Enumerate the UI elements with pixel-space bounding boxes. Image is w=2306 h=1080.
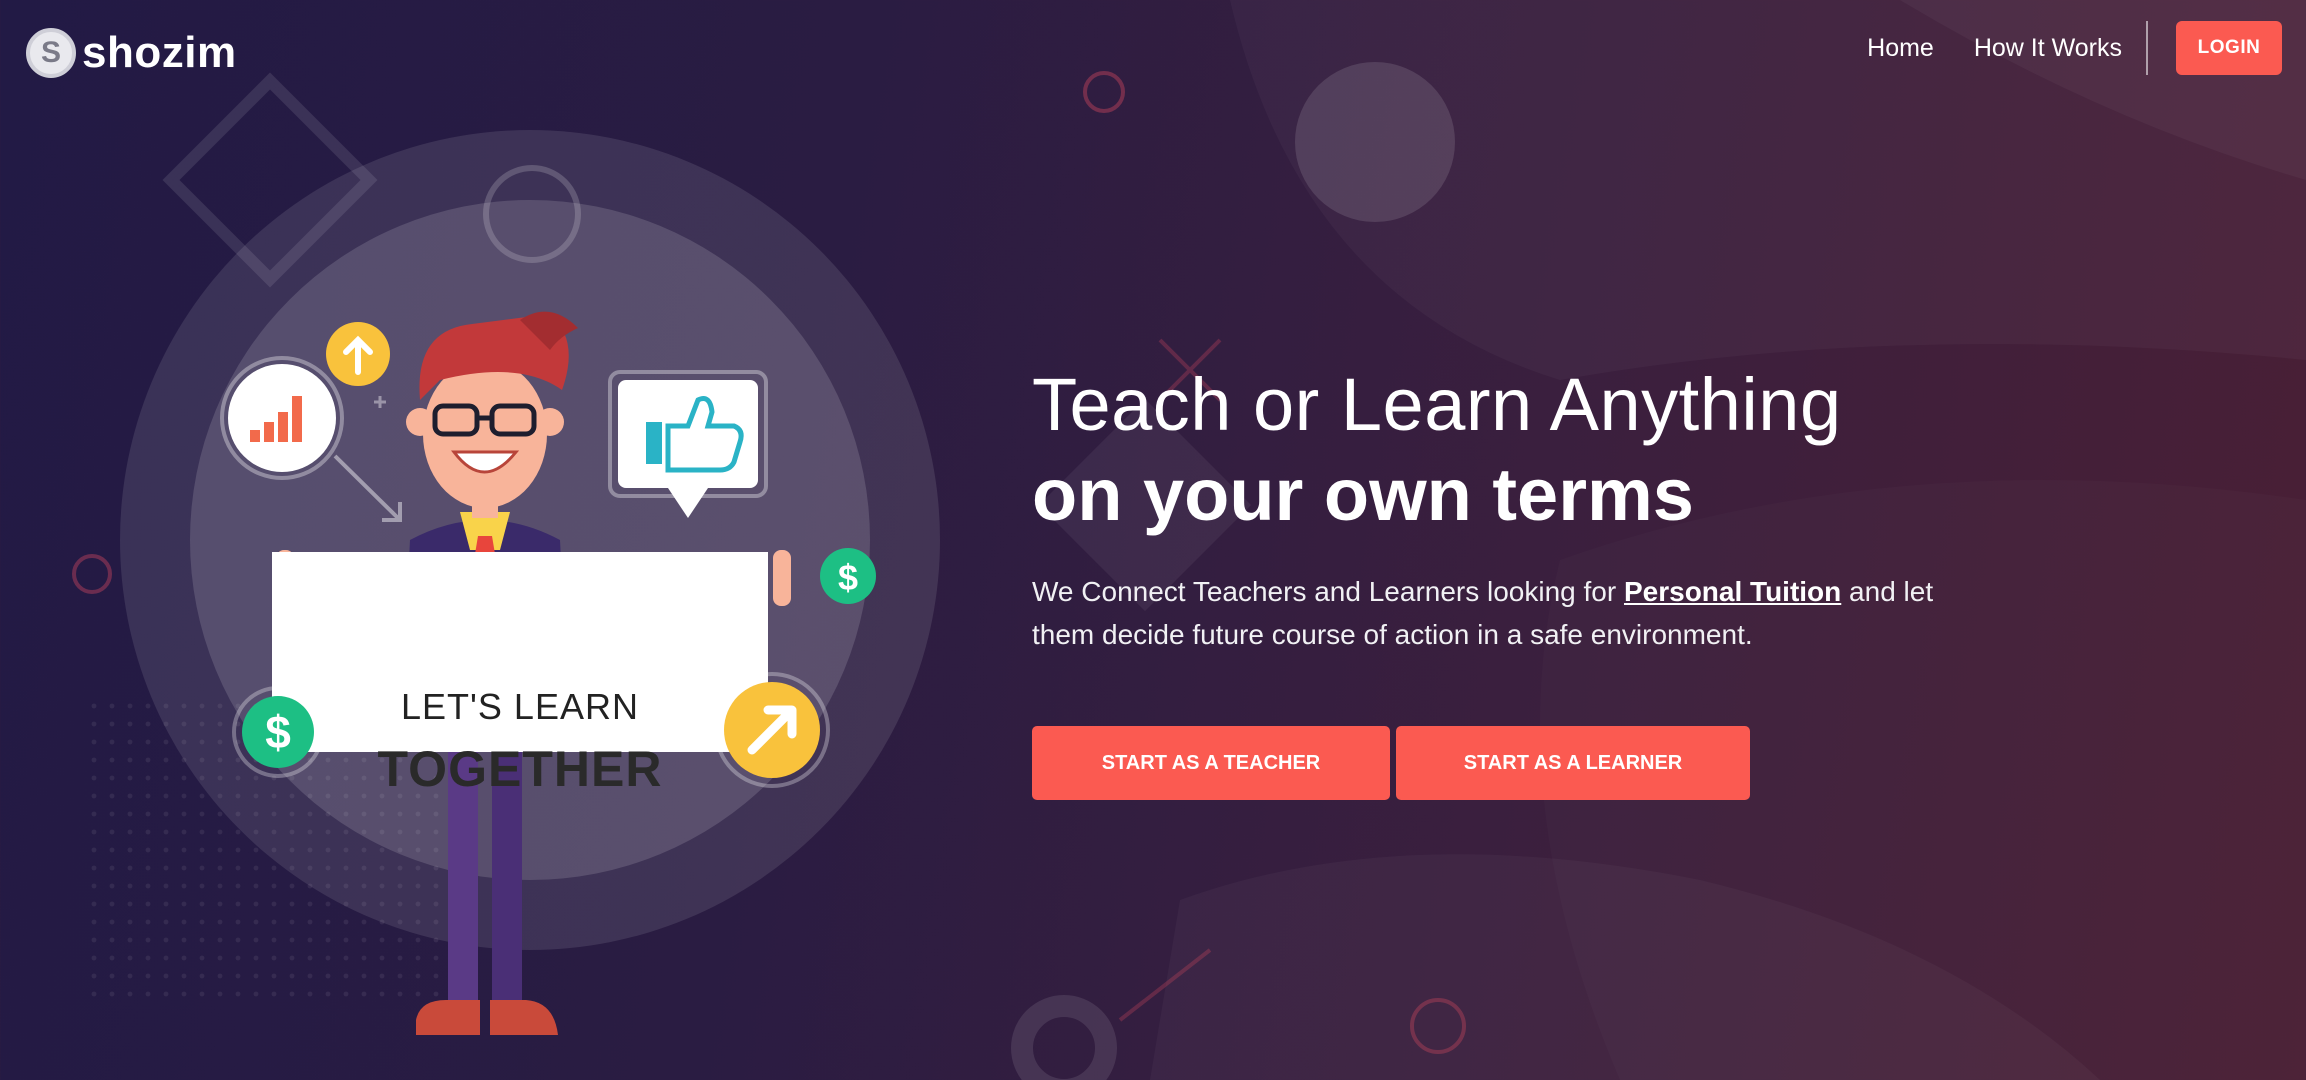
nav-link-how-it-works[interactable]: How It Works [1954, 34, 2142, 63]
hero-illustration: $ $ LET'S LEARN TOGETHER [80, 100, 960, 1080]
cta-row: START AS A TEACHER START AS A LEARNER [1032, 726, 2032, 800]
sign-line-2: TOGETHER [377, 741, 663, 797]
dollar-sign-label: $ [838, 557, 858, 598]
main-nav: Home How It Works LOGIN [1847, 20, 2282, 76]
logo-icon: S [26, 28, 76, 78]
thumbs-up-icon [608, 370, 768, 518]
sign-line-1: LET'S LEARN [401, 686, 639, 727]
nav-link-home[interactable]: Home [1847, 34, 1954, 63]
brand-name: shozim [82, 28, 237, 77]
login-button[interactable]: LOGIN [2176, 21, 2282, 75]
start-as-learner-button[interactable]: START AS A LEARNER [1396, 726, 1750, 800]
start-as-teacher-button[interactable]: START AS A TEACHER [1032, 726, 1390, 800]
brand-logo[interactable]: S shozim [26, 28, 237, 78]
teacher-illustration-svg: $ $ [120, 130, 940, 1035]
personal-tuition-highlight: Personal Tuition [1623, 576, 1842, 607]
hero-subtitle: on your own terms [1032, 453, 1694, 536]
site-header: S shozim Home How It Works LOGIN [0, 0, 2306, 100]
hero-description: We Connect Teachers and Learners looking… [1032, 570, 1992, 656]
hero-desc-text: We Connect Teachers and Learners looking… [1032, 576, 1624, 607]
nav-divider [2146, 21, 2148, 75]
hero-title: Teach or Learn Anything [1032, 363, 1842, 446]
hero-section: Teach or Learn Anything on your own term… [1032, 360, 2032, 800]
